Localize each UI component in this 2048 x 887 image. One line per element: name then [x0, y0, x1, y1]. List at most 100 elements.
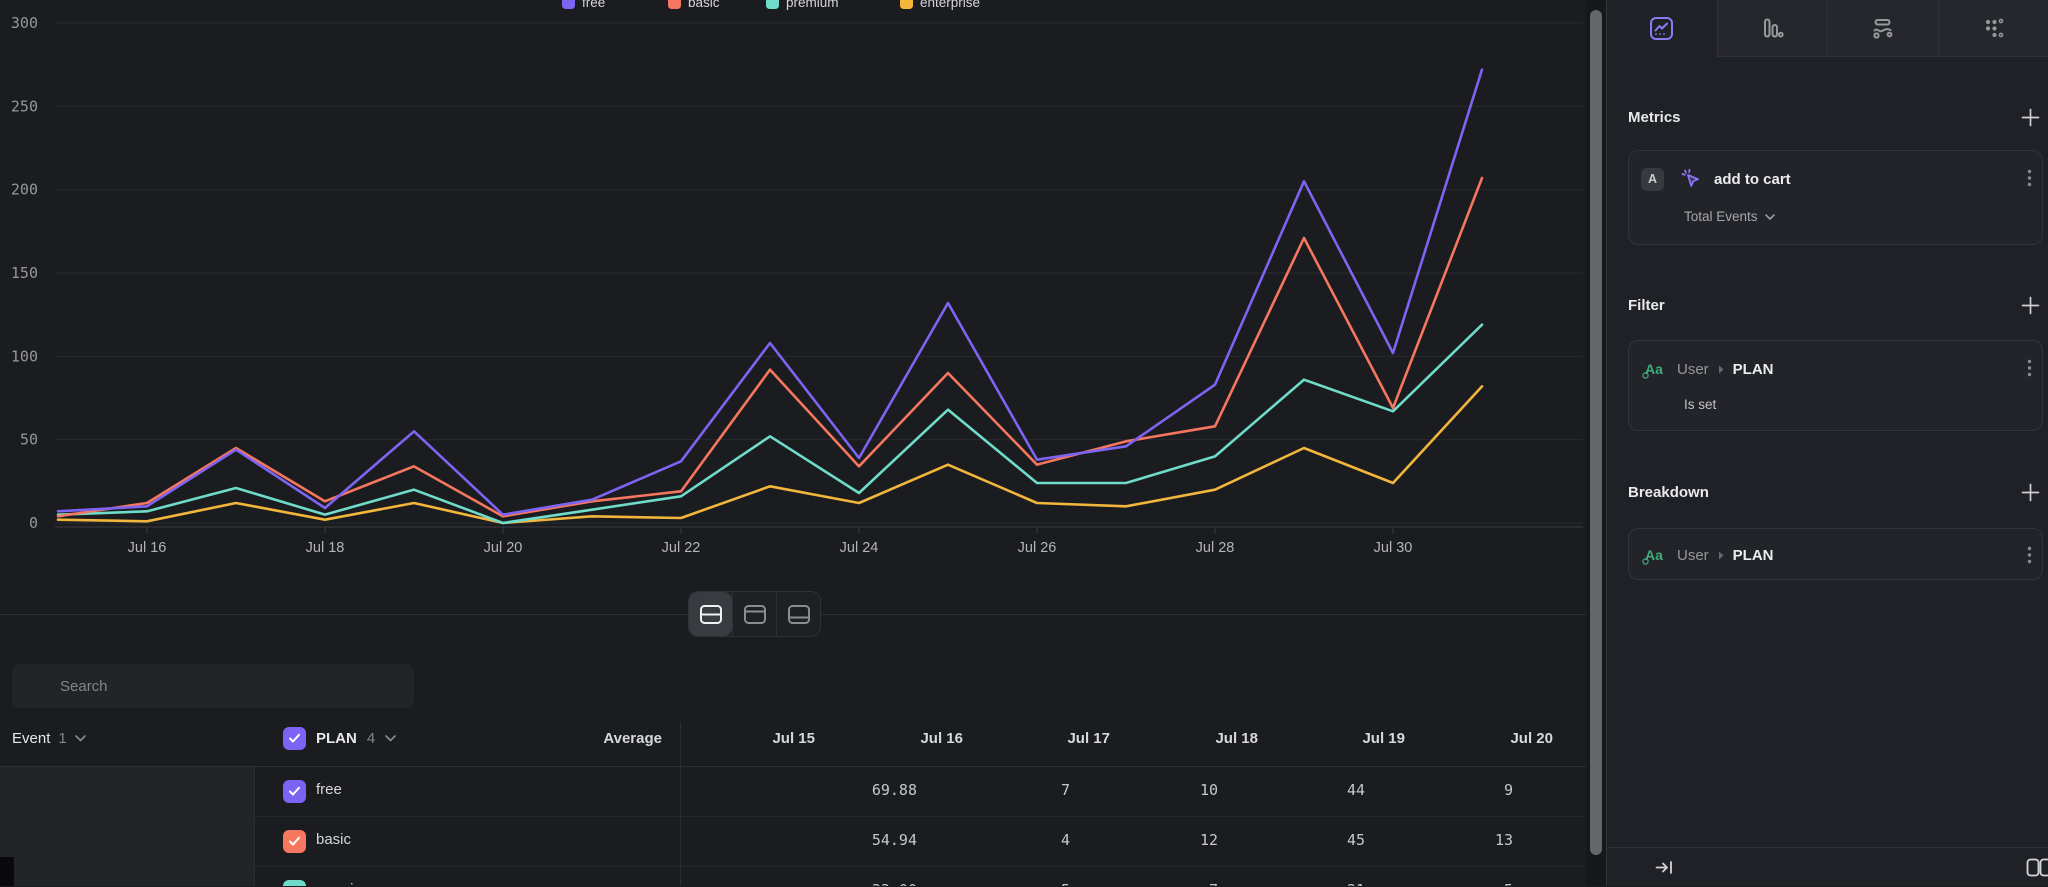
date-column-header[interactable]: Jul 17	[1067, 730, 1110, 747]
check-icon	[288, 733, 301, 744]
breakdown-property: PLAN	[1733, 547, 1774, 564]
query-builder-sidebar: Metrics A add to cart Total Events Filte…	[1606, 0, 2048, 886]
legend-swatch	[766, 0, 779, 9]
breakdown-options-kebab-icon[interactable]	[2027, 546, 2032, 564]
plan-select-all-checkbox[interactable]	[283, 727, 306, 750]
value-cell: 5	[1061, 881, 1070, 886]
metric-measure-dropdown[interactable]: Total Events	[1684, 209, 1775, 224]
layout-chart-top-button[interactable]	[732, 592, 776, 636]
chevron-right-icon	[1718, 551, 1724, 560]
y-axis-label: 250	[11, 97, 38, 115]
legend-item-enterprise[interactable]: enterprise	[900, 0, 980, 12]
chart-legend: free basic premium enterprise	[0, 0, 1586, 14]
average-value: 33.00	[872, 881, 917, 886]
line-chart-canvas[interactable]: 050100150200250300Jul 16Jul 18Jul 20Jul …	[0, 0, 1586, 614]
tab-line-chart[interactable]	[1607, 0, 1717, 57]
text-property-icon: Aa	[1641, 358, 1668, 381]
breakdown-scope: User	[1677, 547, 1709, 564]
x-axis-label: Jul 24	[840, 540, 879, 556]
x-axis-label: Jul 18	[306, 540, 345, 556]
date-column-header[interactable]: Jul 18	[1215, 730, 1258, 747]
bar-chart-icon	[1760, 16, 1785, 41]
layout-chart-bottom-button[interactable]	[776, 592, 820, 636]
date-column-header[interactable]: Jul 15	[772, 730, 815, 747]
line-chart-icon	[1649, 16, 1674, 41]
legend-item-free[interactable]: free	[562, 0, 605, 12]
metric-event-name: add to cart	[1714, 171, 1791, 188]
x-axis-labels: Jul 16Jul 18Jul 20Jul 22Jul 24Jul 26Jul …	[128, 527, 1413, 556]
value-cell: 5	[1504, 881, 1513, 886]
add-breakdown-button[interactable]	[2021, 483, 2040, 502]
panel-columns-icon[interactable]	[2026, 858, 2048, 877]
average-value: 54.94	[872, 831, 917, 849]
filter-condition[interactable]: Is set	[1684, 397, 1716, 412]
click-cursor-icon	[1680, 168, 1703, 191]
value-cell: 12	[1200, 831, 1218, 849]
average-column-header[interactable]: Average	[603, 730, 662, 747]
value-cell: 45	[1347, 831, 1365, 849]
metric-series-badge: A	[1641, 168, 1664, 191]
value-cell: 21	[1347, 881, 1365, 886]
metrics-title: Metrics	[1628, 109, 1681, 126]
y-axis-label: 200	[11, 181, 38, 199]
premium-checkbox[interactable]	[283, 880, 306, 886]
search-input[interactable]	[12, 664, 414, 708]
series-line-enterprise[interactable]	[58, 386, 1482, 523]
x-axis-label: Jul 22	[662, 540, 701, 556]
main-content: 050100150200250300Jul 16Jul 18Jul 20Jul …	[0, 0, 1586, 886]
add-metric-button[interactable]	[2021, 108, 2040, 127]
legend-label: free	[582, 0, 605, 10]
vertical-scrollbar[interactable]	[1586, 0, 1606, 886]
legend-item-basic[interactable]: basic	[668, 0, 720, 12]
legend-item-premium[interactable]: premium	[766, 0, 839, 12]
date-column-header[interactable]: Jul 19	[1362, 730, 1405, 747]
basic-checkbox[interactable]	[283, 830, 306, 853]
tab-flows[interactable]	[1827, 0, 1938, 57]
tab-more-apps[interactable]	[1938, 0, 2048, 57]
y-axis-label: 0	[29, 514, 38, 532]
collapse-panel-icon[interactable]	[1654, 859, 1675, 876]
segment-name: free	[316, 781, 342, 798]
legend-label: enterprise	[920, 0, 980, 10]
text-property-icon: Aa	[1641, 544, 1668, 567]
legend-label: basic	[688, 0, 720, 10]
metric-card[interactable]: A add to cart Total Events	[1628, 150, 2043, 245]
filter-options-kebab-icon[interactable]	[2027, 359, 2032, 377]
filter-card[interactable]: Aa User PLAN Is set	[1628, 340, 2043, 431]
date-column-header[interactable]: Jul 16	[920, 730, 963, 747]
layout-split-button[interactable]	[689, 592, 732, 636]
breakdown-card[interactable]: Aa User PLAN	[1628, 528, 2043, 580]
x-axis-label: Jul 26	[1018, 540, 1057, 556]
metric-options-kebab-icon[interactable]	[2027, 169, 2032, 187]
chevron-down-icon	[385, 735, 396, 742]
chevron-right-icon	[1718, 365, 1724, 374]
table-row-free: free69.88710449555	[255, 767, 1586, 817]
x-axis-label: Jul 16	[128, 540, 167, 556]
series-line-premium[interactable]	[58, 325, 1482, 523]
event-name-column: add to cart [Total]	[0, 767, 255, 886]
event-header-label: Event	[12, 730, 50, 747]
series-line-free[interactable]	[58, 70, 1482, 515]
split-rows-icon	[699, 604, 723, 625]
filter-scope: User	[1677, 361, 1709, 378]
event-column-header[interactable]: Event 1	[12, 730, 86, 747]
sidebar-footer	[1607, 847, 2048, 887]
tab-bar-chart[interactable]	[1717, 0, 1828, 57]
layout-toggle-group	[688, 591, 821, 637]
value-cell: 13	[1495, 831, 1513, 849]
plan-count: 4	[367, 730, 375, 747]
plan-column-header[interactable]: PLAN 4	[283, 727, 396, 750]
metric-measure-label: Total Events	[1684, 209, 1758, 224]
chevron-down-icon	[75, 735, 86, 742]
date-column-header[interactable]: Jul 20	[1510, 730, 1553, 747]
legend-swatch	[900, 0, 913, 9]
table-row-premium: premium33.0057215200	[255, 867, 1586, 886]
event-count: 1	[58, 730, 66, 747]
free-checkbox[interactable]	[283, 780, 306, 803]
scrollbar-thumb[interactable]	[1590, 10, 1602, 855]
y-axis-label: 150	[11, 264, 38, 282]
add-filter-button[interactable]	[2021, 296, 2040, 315]
table-row-basic: basic54.944124513344	[255, 817, 1586, 867]
value-cell: 4	[1061, 831, 1070, 849]
flows-icon	[1870, 16, 1895, 41]
